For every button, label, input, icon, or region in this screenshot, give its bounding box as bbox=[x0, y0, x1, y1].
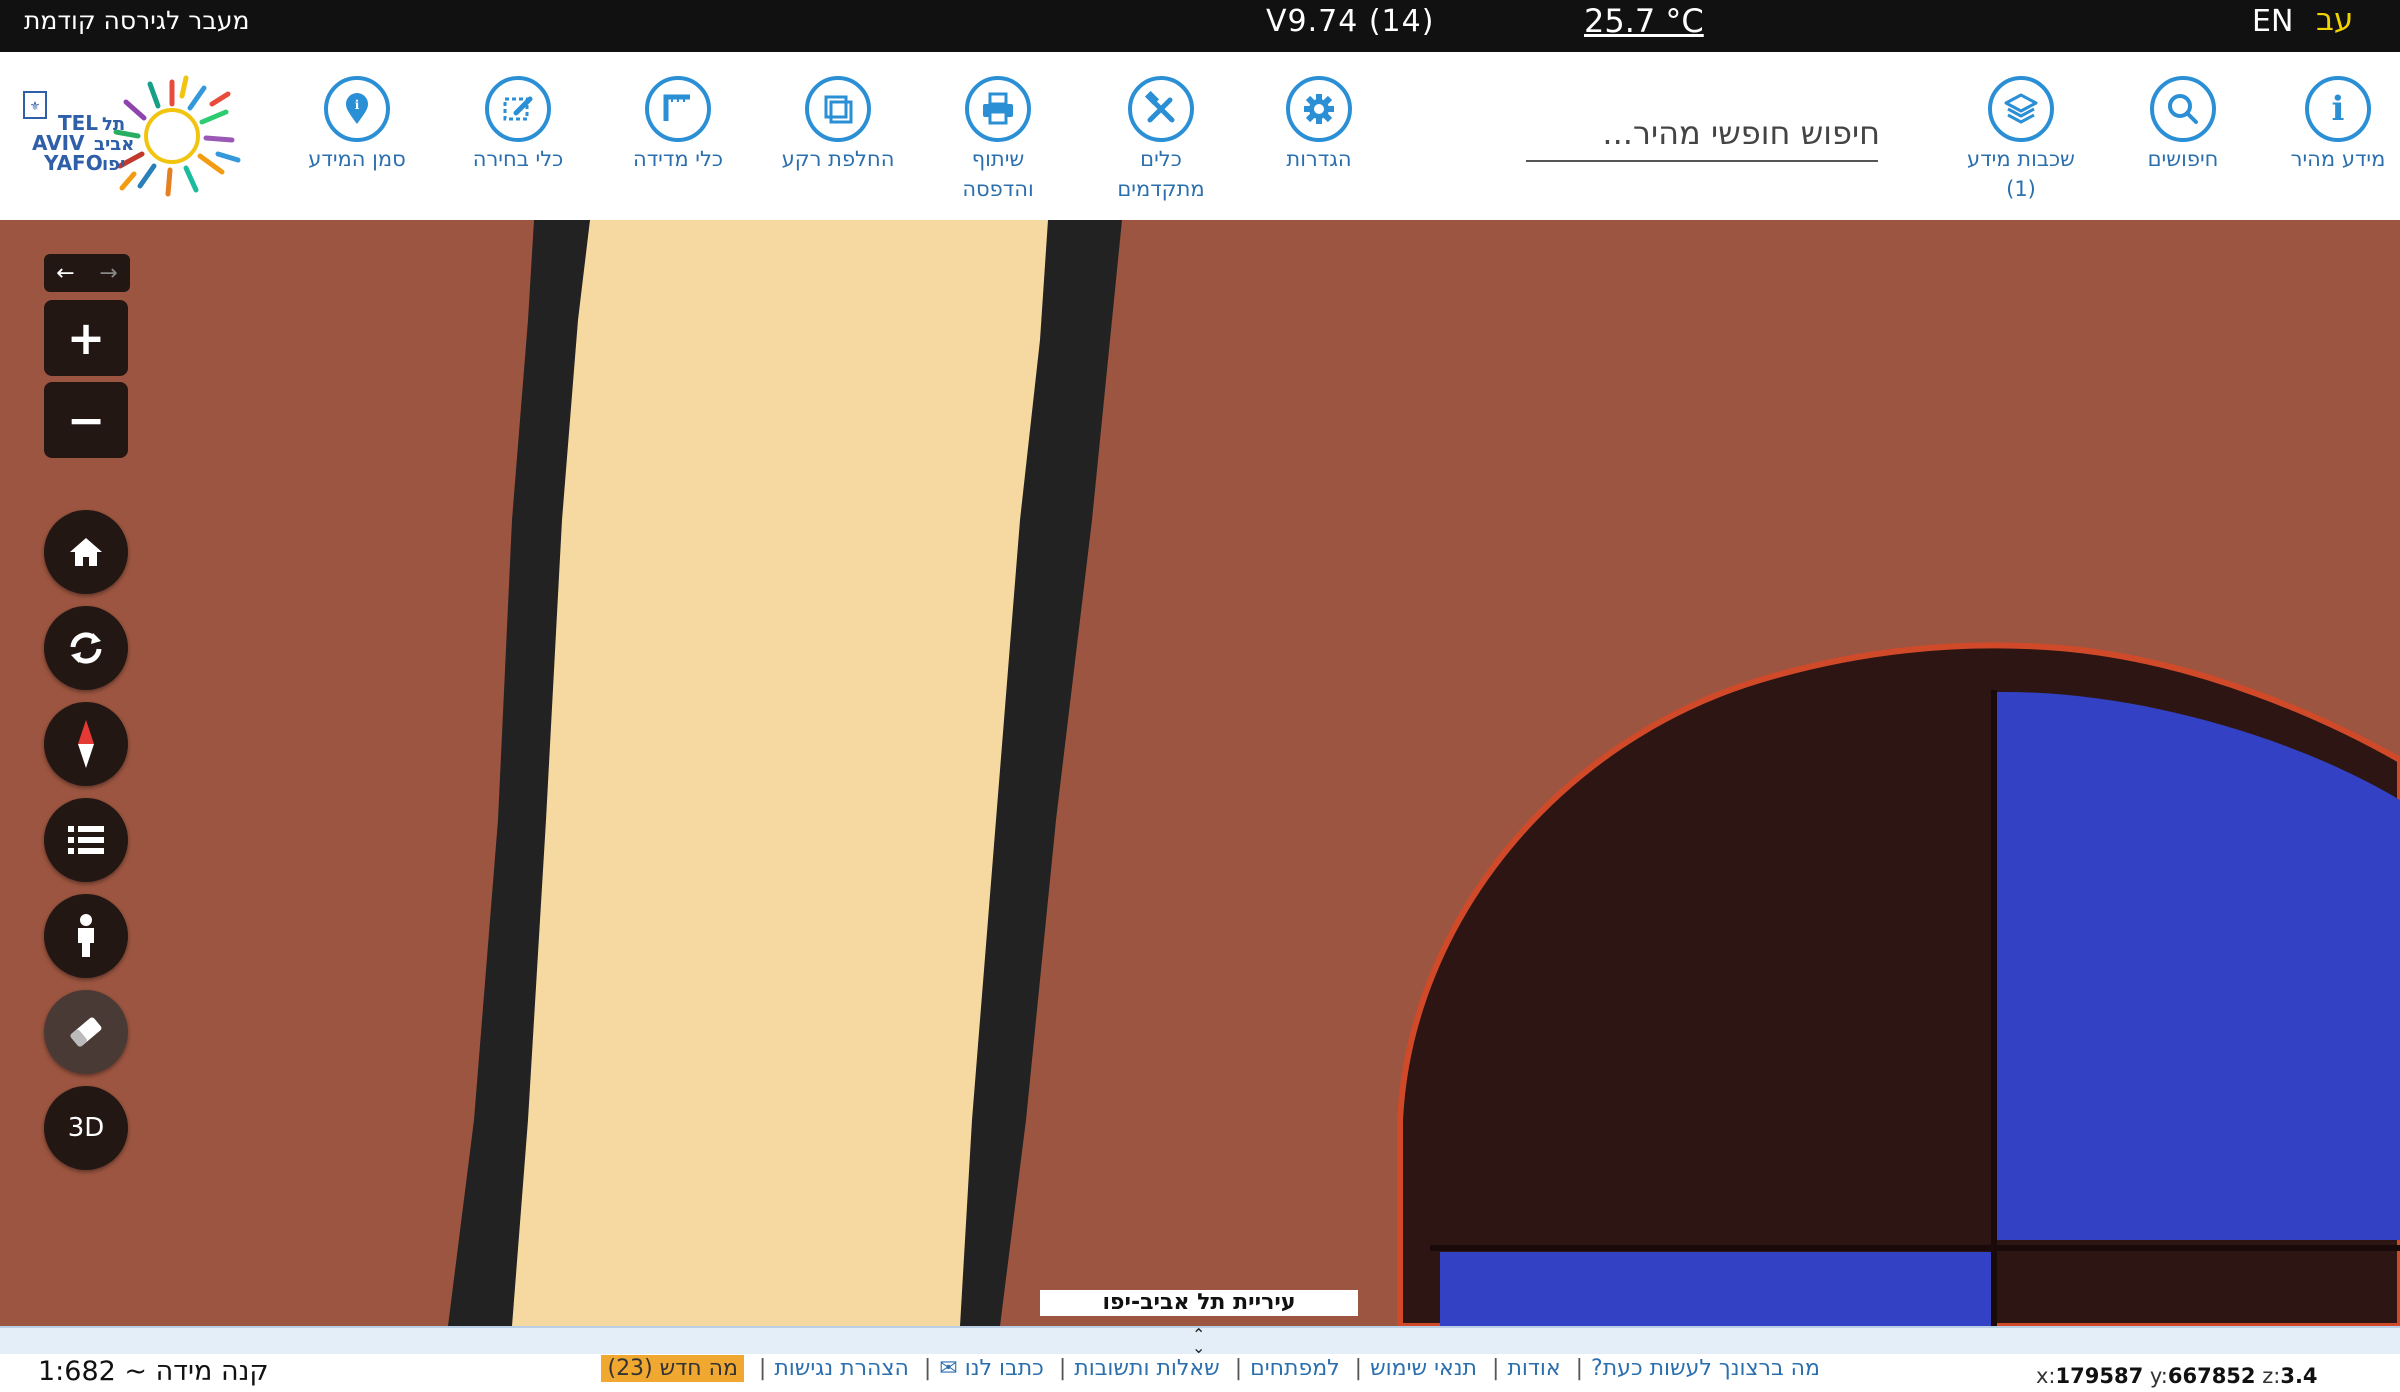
tool-label: מידע מהיר bbox=[2290, 147, 2386, 171]
home-button[interactable] bbox=[44, 510, 128, 594]
refresh-icon bbox=[70, 632, 102, 664]
compass-button[interactable] bbox=[44, 702, 128, 786]
svg-text:תל: תל bbox=[102, 114, 125, 135]
person-icon bbox=[78, 914, 94, 957]
y-value: 667852 bbox=[2167, 1364, 2256, 1388]
tool-label: כלי בחירה bbox=[472, 147, 564, 171]
zoom-in-button[interactable]: + bbox=[44, 300, 128, 376]
tool-label: סמן המידע bbox=[308, 147, 406, 171]
footer-link[interactable]: אודות bbox=[1507, 1356, 1560, 1381]
svg-text:⚜: ⚜ bbox=[30, 99, 41, 113]
panel-splitter[interactable]: ⌃ ⌄ bbox=[0, 1326, 2400, 1356]
version-label: V9.74 (14) bbox=[1266, 4, 1435, 39]
svg-text:אביב: אביב bbox=[94, 134, 134, 155]
info-icon: i bbox=[2305, 76, 2371, 142]
gear-icon bbox=[1286, 76, 1352, 142]
footer-link[interactable]: למפתחים bbox=[1250, 1356, 1340, 1381]
footer-link[interactable]: שאלות ותשובות bbox=[1074, 1356, 1219, 1381]
selection-icon bbox=[485, 76, 551, 142]
footer-links: מה ברצונך לעשות כעת?| אודות| תנאי שימוש|… bbox=[578, 1355, 1820, 1382]
z-value: 3.4 bbox=[2280, 1364, 2318, 1388]
ruler-icon bbox=[645, 76, 711, 142]
tool-label: שכבות מידע (1) bbox=[1967, 147, 2075, 201]
measure-tools-button[interactable]: כלי מדידה bbox=[593, 76, 763, 174]
y-label: y: bbox=[2149, 1364, 2168, 1388]
printer-icon bbox=[965, 76, 1031, 142]
language-english[interactable]: EN bbox=[2252, 4, 2293, 39]
minus-icon: − bbox=[66, 393, 106, 447]
temperature-link[interactable]: 25.7 °C bbox=[1584, 2, 1704, 40]
map-credit: עיריית תל אביב-יפו bbox=[1040, 1290, 1358, 1316]
x-label: x: bbox=[2036, 1364, 2056, 1388]
settings-button[interactable]: הגדרות bbox=[1234, 76, 1404, 174]
history-navigation[interactable]: ← → bbox=[44, 254, 130, 292]
zoom-out-button[interactable]: − bbox=[44, 382, 128, 458]
layers-icon bbox=[1988, 76, 2054, 142]
main-toolbar: i מידע מהיר חיפושים שכבות מידע (1) הגדרו… bbox=[0, 52, 2400, 221]
map-canvas[interactable] bbox=[0, 220, 2400, 1326]
forward-arrow-icon[interactable]: → bbox=[99, 261, 117, 286]
tools-icon bbox=[1128, 76, 1194, 142]
x-value: 179587 bbox=[2055, 1364, 2144, 1388]
selection-tools-button[interactable]: כלי בחירה bbox=[433, 76, 603, 174]
tool-label: חיפושים bbox=[2147, 147, 2219, 171]
search-icon bbox=[2150, 76, 2216, 142]
blue-area-upper bbox=[1996, 691, 2400, 1240]
language-hebrew[interactable]: עב bbox=[2316, 2, 2353, 38]
background-icon bbox=[805, 76, 871, 142]
tool-label: שיתוף והדפסה bbox=[962, 147, 1034, 201]
blue-area-lower bbox=[1440, 1252, 1992, 1326]
change-background-button[interactable]: החלפת רקע bbox=[753, 76, 923, 174]
street-view-button[interactable] bbox=[44, 894, 128, 978]
tool-label: כלים מתקדמים bbox=[1117, 147, 1205, 201]
list-icon bbox=[68, 826, 104, 854]
top-bar: מעבר לגירסה קודמת V9.74 (14) 25.7 °C EN … bbox=[0, 0, 2400, 52]
3d-view-button[interactable]: 3D bbox=[44, 1086, 128, 1170]
map-tiles bbox=[0, 220, 2400, 1326]
footer-link[interactable]: כתבו לנו ✉ bbox=[939, 1356, 1044, 1381]
tel-aviv-yafo-logo[interactable]: ⚜ TEL AVIV YAFO תל אביב יפו bbox=[22, 74, 250, 198]
expand-handle-icon[interactable]: ⌃ ⌄ bbox=[1192, 1327, 1205, 1356]
tool-label: החלפת רקע bbox=[781, 147, 895, 171]
previous-version-link[interactable]: מעבר לגירסה קודמת bbox=[24, 6, 249, 35]
svg-text:i: i bbox=[355, 98, 360, 112]
quick-info-button[interactable]: i מידע מהיר bbox=[2253, 76, 2400, 174]
info-layers-button[interactable]: שכבות מידע (1) bbox=[1936, 76, 2106, 204]
pin-icon: i bbox=[324, 76, 390, 142]
scale-label: קנה מידה ~ 1:682 bbox=[38, 1356, 269, 1387]
road bbox=[512, 220, 1048, 1326]
whats-new-link[interactable]: מה חדש (23) bbox=[601, 1355, 744, 1382]
svg-text:יפו: יפו bbox=[102, 154, 125, 175]
back-arrow-icon[interactable]: ← bbox=[56, 261, 74, 286]
z-label: z: bbox=[2262, 1364, 2281, 1388]
advanced-tools-button[interactable]: כלים מתקדמים bbox=[1076, 76, 1246, 204]
footer-link[interactable]: מה ברצונך לעשות כעת? bbox=[1591, 1356, 1820, 1381]
share-print-button[interactable]: שיתוף והדפסה bbox=[913, 76, 1083, 204]
quick-search-field[interactable] bbox=[1526, 104, 1882, 162]
status-bar: קנה מידה ~ 1:682 מה ברצונך לעשות כעת?| א… bbox=[0, 1354, 2400, 1392]
refresh-button[interactable] bbox=[44, 606, 128, 690]
eraser-icon bbox=[70, 1017, 102, 1047]
3d-label: 3D bbox=[67, 1113, 105, 1143]
legend-button[interactable] bbox=[44, 798, 128, 882]
footer-link[interactable]: הצהרת נגישות bbox=[774, 1356, 909, 1381]
footer-link[interactable]: תנאי שימוש bbox=[1370, 1356, 1477, 1381]
tool-label: כלי מדידה bbox=[632, 147, 724, 171]
plus-icon: + bbox=[66, 311, 106, 365]
compass-icon bbox=[78, 720, 94, 768]
quick-search-input[interactable] bbox=[1526, 104, 1882, 162]
home-icon bbox=[70, 538, 102, 566]
coordinates-readout: x:179587 y:667852 z:3.4 bbox=[2036, 1364, 2318, 1388]
searches-button[interactable]: חיפושים bbox=[2098, 76, 2268, 174]
info-marker-button[interactable]: i סמן המידע bbox=[272, 76, 442, 174]
tool-label: הגדרות bbox=[1286, 147, 1352, 171]
eraser-button[interactable] bbox=[44, 990, 128, 1074]
